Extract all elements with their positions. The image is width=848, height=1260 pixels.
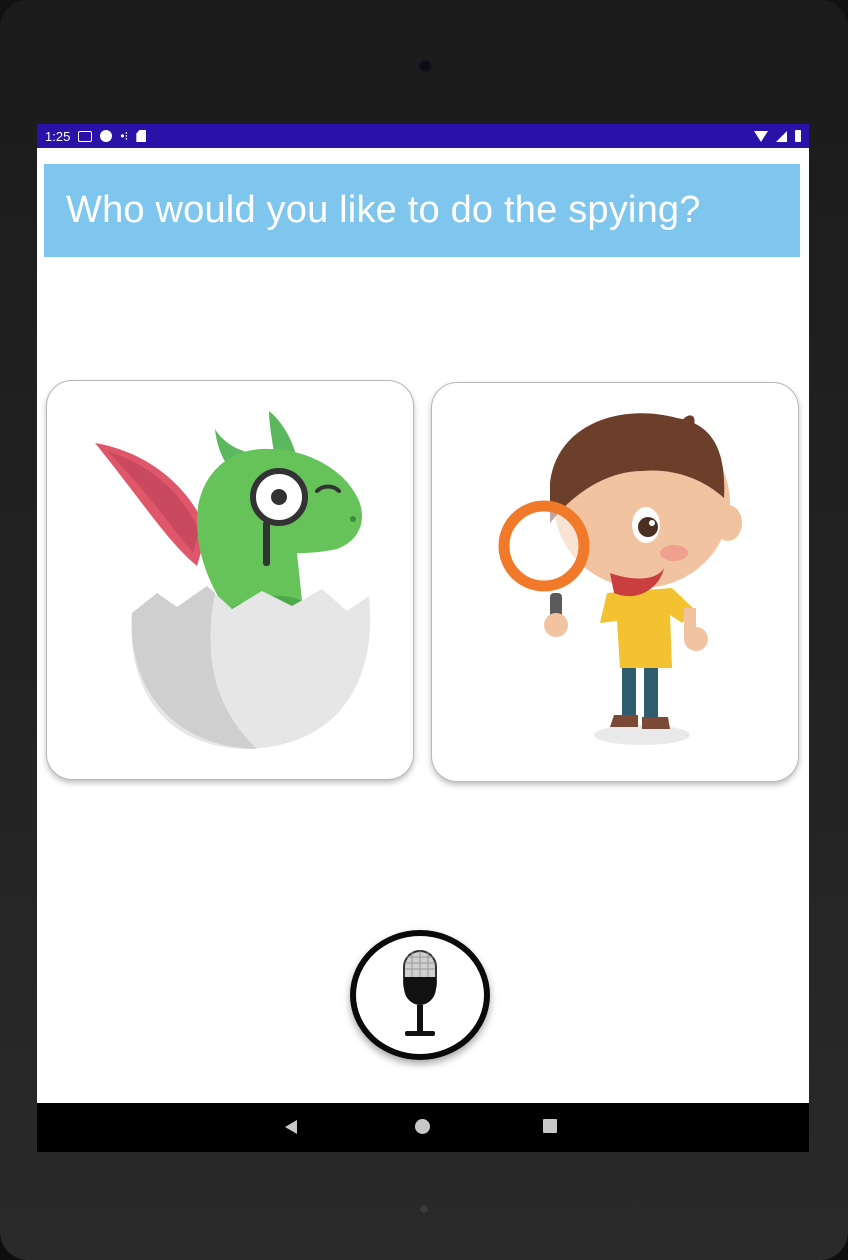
sd-card-icon <box>136 130 147 142</box>
battery-icon <box>795 130 801 142</box>
choice-card-dragon[interactable] <box>46 380 414 780</box>
status-left: 1:25 •⁝ <box>45 128 147 144</box>
choice-card-boy[interactable] <box>431 382 799 782</box>
home-button[interactable] <box>415 1119 430 1134</box>
front-camera <box>418 59 432 73</box>
question-text: Who would you like to do the spying? <box>66 189 701 231</box>
microphone-icon <box>403 950 437 1036</box>
recents-button[interactable] <box>543 1119 557 1133</box>
boy-illustration <box>498 413 742 745</box>
wifi-icon <box>754 130 768 142</box>
microphone-button[interactable] <box>350 930 490 1060</box>
app-notification-icon <box>100 130 113 142</box>
app-screen: 1:25 •⁝ Who would you like to do the spy… <box>37 124 809 1152</box>
cell-signal-icon <box>776 130 787 142</box>
status-time: 1:25 <box>45 128 71 144</box>
navigation-bar <box>37 1103 809 1152</box>
back-button[interactable] <box>285 1120 297 1134</box>
status-right <box>754 130 801 142</box>
status-bar: 1:25 •⁝ <box>37 124 809 148</box>
question-banner: Who would you like to do the spying? <box>44 164 800 257</box>
gmail-icon <box>78 130 93 142</box>
proximity-sensor <box>420 1205 428 1213</box>
dragon-illustration <box>95 411 371 749</box>
network-icon: •⁝ <box>120 129 129 143</box>
